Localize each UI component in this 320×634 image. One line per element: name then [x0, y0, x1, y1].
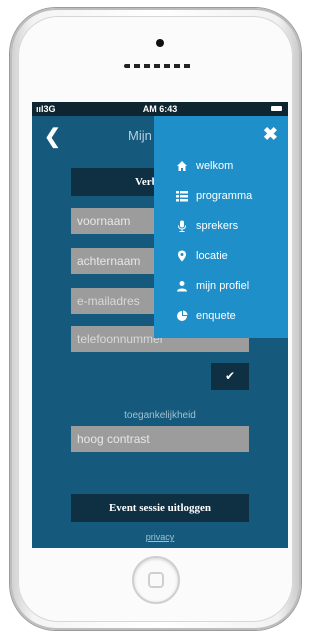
earpiece-speaker — [124, 64, 194, 68]
accessibility-label: toegankelijkheid — [124, 410, 196, 421]
menu-item-label: locatie — [196, 250, 228, 263]
menu-item-sprekers[interactable]: sprekers — [176, 220, 238, 240]
app-screen: ııl3G AM 6:43 ❮ Mijn Verbind m voornaam … — [32, 102, 288, 548]
battery-icon — [271, 106, 282, 111]
nav-menu: ✖ welkom programma sprekers locatie mijn — [154, 116, 288, 338]
back-chevron-icon[interactable]: ❮ — [44, 124, 61, 149]
status-time: AM 6:43 — [142, 104, 178, 114]
check-icon: ✔ — [224, 369, 236, 383]
contrast-select[interactable]: hoog contrast — [71, 426, 249, 452]
privacy-link[interactable]: privacy — [32, 532, 288, 542]
list-icon — [176, 190, 188, 203]
menu-item-welkom[interactable]: welkom — [176, 160, 233, 180]
menu-item-label: welkom — [196, 160, 234, 173]
logout-button[interactable]: Event sessie uitloggen — [71, 494, 249, 522]
close-icon[interactable]: ✖ — [263, 124, 278, 145]
submit-button[interactable]: ✔ — [211, 363, 249, 390]
user-icon — [176, 280, 188, 292]
menu-item-mijn-profiel[interactable]: mijn profiel — [176, 280, 249, 300]
microphone-icon — [176, 220, 188, 233]
menu-item-enquete[interactable]: enquete — [176, 310, 236, 330]
page-title: Mijn — [128, 128, 152, 143]
status-bar: ııl3G AM 6:43 — [32, 102, 288, 116]
front-camera — [156, 39, 164, 47]
menu-item-label: sprekers — [196, 220, 239, 233]
menu-item-programma[interactable]: programma — [176, 190, 252, 210]
map-marker-icon — [176, 250, 188, 262]
menu-item-label: enquete — [196, 310, 236, 323]
home-button[interactable] — [132, 556, 180, 604]
home-button-icon — [148, 572, 164, 588]
home-icon — [176, 160, 188, 172]
pie-chart-icon — [176, 310, 188, 322]
menu-item-label: programma — [196, 190, 253, 203]
menu-item-label: mijn profiel — [196, 280, 250, 293]
menu-item-locatie[interactable]: locatie — [176, 250, 228, 270]
